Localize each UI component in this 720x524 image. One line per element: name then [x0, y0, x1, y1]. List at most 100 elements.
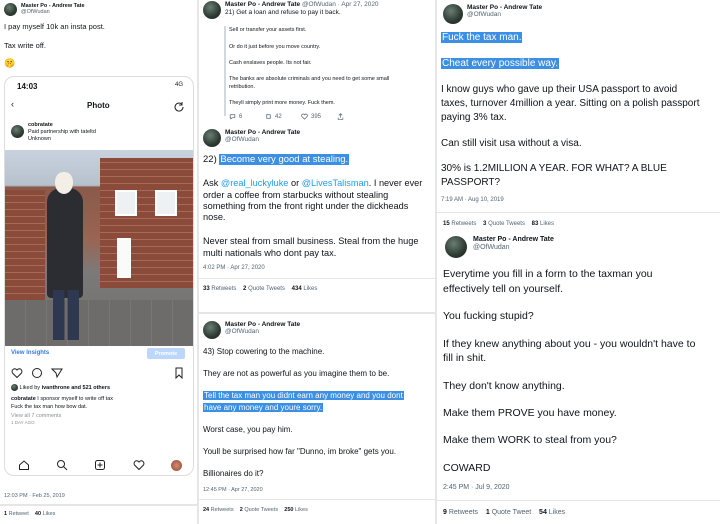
avatar[interactable]	[4, 3, 17, 16]
handle[interactable]: @OfWudan	[225, 328, 300, 335]
retweet-count[interactable]: 33	[203, 286, 210, 292]
like-count[interactable]: 40	[35, 511, 41, 517]
view-comments-link[interactable]: View all 7 comments	[11, 412, 113, 420]
comment-icon[interactable]	[31, 367, 43, 379]
refresh-icon[interactable]	[173, 101, 185, 113]
tweet-text-line: Cash enslaves people. Its not fair.	[229, 60, 312, 66]
search-icon[interactable]	[56, 459, 68, 471]
like-label[interactable]: Likes	[43, 511, 56, 517]
share-icon[interactable]	[51, 367, 63, 379]
quote-label[interactable]: Quote Tweet	[492, 509, 532, 516]
tweet-header[interactable]: Master Po - Andrew Tate @OfWudan	[203, 321, 300, 339]
retweet-count[interactable]: 24	[203, 507, 209, 513]
tweet-text-line: You fucking stupid?	[443, 310, 534, 322]
home-icon[interactable]	[18, 459, 30, 471]
retweet-label[interactable]: Retweets	[449, 509, 478, 516]
retweet-label[interactable]: Retweet	[9, 511, 29, 517]
avatar[interactable]	[203, 321, 221, 339]
avatar[interactable]	[445, 236, 467, 258]
tweet-text-line: They don't know anything.	[443, 380, 565, 392]
bookmark-icon[interactable]	[173, 367, 185, 379]
like-label[interactable]: Likes	[303, 286, 317, 292]
quote-count[interactable]: 1	[486, 509, 490, 516]
view-insights-link[interactable]: View Insights	[11, 350, 49, 356]
highlighted-text: Fuck the tax man.	[441, 32, 523, 43]
brick-wall	[5, 190, 45, 300]
tweet-timestamp[interactable]: 12:03 PM · Feb 25, 2019	[4, 493, 65, 499]
like-count[interactable]: 54	[539, 509, 547, 516]
status-signal: 4G	[174, 82, 183, 88]
liked-by-user[interactable]: ivanthrone	[42, 385, 70, 391]
like-action[interactable]: 395	[301, 113, 337, 120]
like-count[interactable]: 83	[532, 221, 539, 227]
retweet-label[interactable]: Retweets	[211, 507, 234, 513]
tweet-timestamp[interactable]: 12:45 PM · Apr 27, 2020	[203, 487, 263, 493]
tweet-header[interactable]: Master Po - Andrew Tate @OfWudan	[4, 3, 85, 16]
liked-by-others[interactable]: and 521 others	[71, 385, 110, 391]
mention-link[interactable]: @real_luckyluke	[221, 178, 289, 188]
retweet-action[interactable]: 42	[265, 113, 301, 120]
tweet-timestamp[interactable]: 7:19 AM · Aug 10, 2019	[441, 197, 504, 203]
display-name[interactable]: Master Po - Andrew Tate	[225, 1, 300, 8]
ig-avatar[interactable]	[11, 125, 24, 138]
post-photo[interactable]	[5, 150, 193, 346]
reply-action[interactable]: 6	[229, 113, 265, 120]
like-label[interactable]: Likes	[295, 507, 308, 513]
avatar[interactable]	[443, 4, 463, 24]
tweet-text-line: Or do it just before you move country.	[229, 44, 321, 50]
highlighted-text: Become very good at stealing.	[219, 154, 350, 165]
tweet-header[interactable]: Master Po - Andrew Tate @OfWudan	[445, 236, 554, 258]
tweet-text-line: The banks are absolute criminals and you…	[229, 76, 390, 82]
tweet-text-line: Fuck the tax man.	[441, 32, 523, 43]
tweet-text-line: 21) Get a loan and refuse to pay it back…	[225, 9, 341, 17]
ig-paid-partnership[interactable]: Paid partnership with tateltd	[28, 129, 96, 136]
add-post-icon[interactable]	[94, 459, 106, 471]
tweet-header[interactable]: Master Po - Andrew Tate @OfWudan · Apr 2…	[203, 1, 379, 19]
retweet-count[interactable]: 15	[443, 221, 450, 227]
promote-button[interactable]: Promote	[147, 348, 185, 359]
handle[interactable]: @OfWudan	[473, 244, 554, 252]
tweet-text-line: PASSPORT?	[441, 177, 501, 188]
avatar[interactable]	[203, 129, 221, 147]
display-name[interactable]: Master Po - Andrew Tate	[473, 236, 554, 244]
quote-label[interactable]: Quote Tweets	[248, 286, 285, 292]
tweet-header[interactable]: Master Po - Andrew Tate @OfWudan	[443, 4, 542, 24]
ig-username[interactable]: cobratate	[28, 122, 96, 129]
heart-icon[interactable]	[11, 367, 23, 379]
like-count[interactable]: 250	[284, 507, 293, 513]
column-middle: Master Po - Andrew Tate @OfWudan · Apr 2…	[199, 0, 435, 524]
tweet-insta-post: Master Po - Andrew Tate @OfWudan I pay m…	[0, 0, 197, 524]
tweet-timestamp[interactable]: 4:02 PM · Apr 27, 2020	[203, 265, 265, 271]
avatar[interactable]	[203, 1, 221, 19]
tweet-timestamp[interactable]: 2:45 PM · Jul 9, 2020	[443, 484, 510, 491]
handle[interactable]: @OfWudan	[467, 11, 542, 18]
quote-count[interactable]: 3	[483, 221, 486, 227]
share-action[interactable]	[337, 113, 373, 120]
liker-avatar	[11, 384, 18, 391]
handle[interactable]: @OfWudan	[21, 9, 85, 15]
like-label[interactable]: Likes	[549, 509, 565, 516]
caption-user[interactable]: cobratate	[11, 396, 36, 402]
quote-label[interactable]: Quote Tweets	[488, 221, 525, 227]
activity-heart-icon[interactable]	[133, 459, 145, 471]
tweet-header[interactable]: Master Po - Andrew Tate @OfWudan	[203, 129, 300, 147]
retweet-count[interactable]: 9	[443, 509, 447, 516]
retweet-label[interactable]: Retweets	[451, 221, 476, 227]
handle[interactable]: @OfWudan	[225, 136, 300, 143]
handle[interactable]: @OfWudan	[302, 1, 336, 8]
quote-count[interactable]: 2	[240, 507, 243, 513]
display-name[interactable]: Master Po - Andrew Tate	[225, 321, 300, 328]
tweet-text-line: effectively tell on yourself.	[443, 283, 564, 295]
like-count[interactable]: 434	[292, 286, 302, 292]
like-label[interactable]: Likes	[540, 221, 554, 227]
retweet-label[interactable]: Retweets	[211, 286, 236, 292]
quote-label[interactable]: Quote Tweets	[244, 507, 278, 513]
display-name[interactable]: Master Po - Andrew Tate	[467, 4, 542, 11]
back-arrow-icon[interactable]: ‹	[11, 99, 14, 109]
profile-avatar-icon[interactable]	[170, 459, 182, 471]
retweet-count[interactable]: 1	[4, 511, 7, 517]
quote-count[interactable]: 2	[243, 286, 246, 292]
tweet-date[interactable]: Apr 27, 2020	[341, 1, 378, 8]
mention-link[interactable]: @LivesTalisman	[302, 178, 369, 188]
display-name[interactable]: Master Po - Andrew Tate	[225, 129, 300, 136]
